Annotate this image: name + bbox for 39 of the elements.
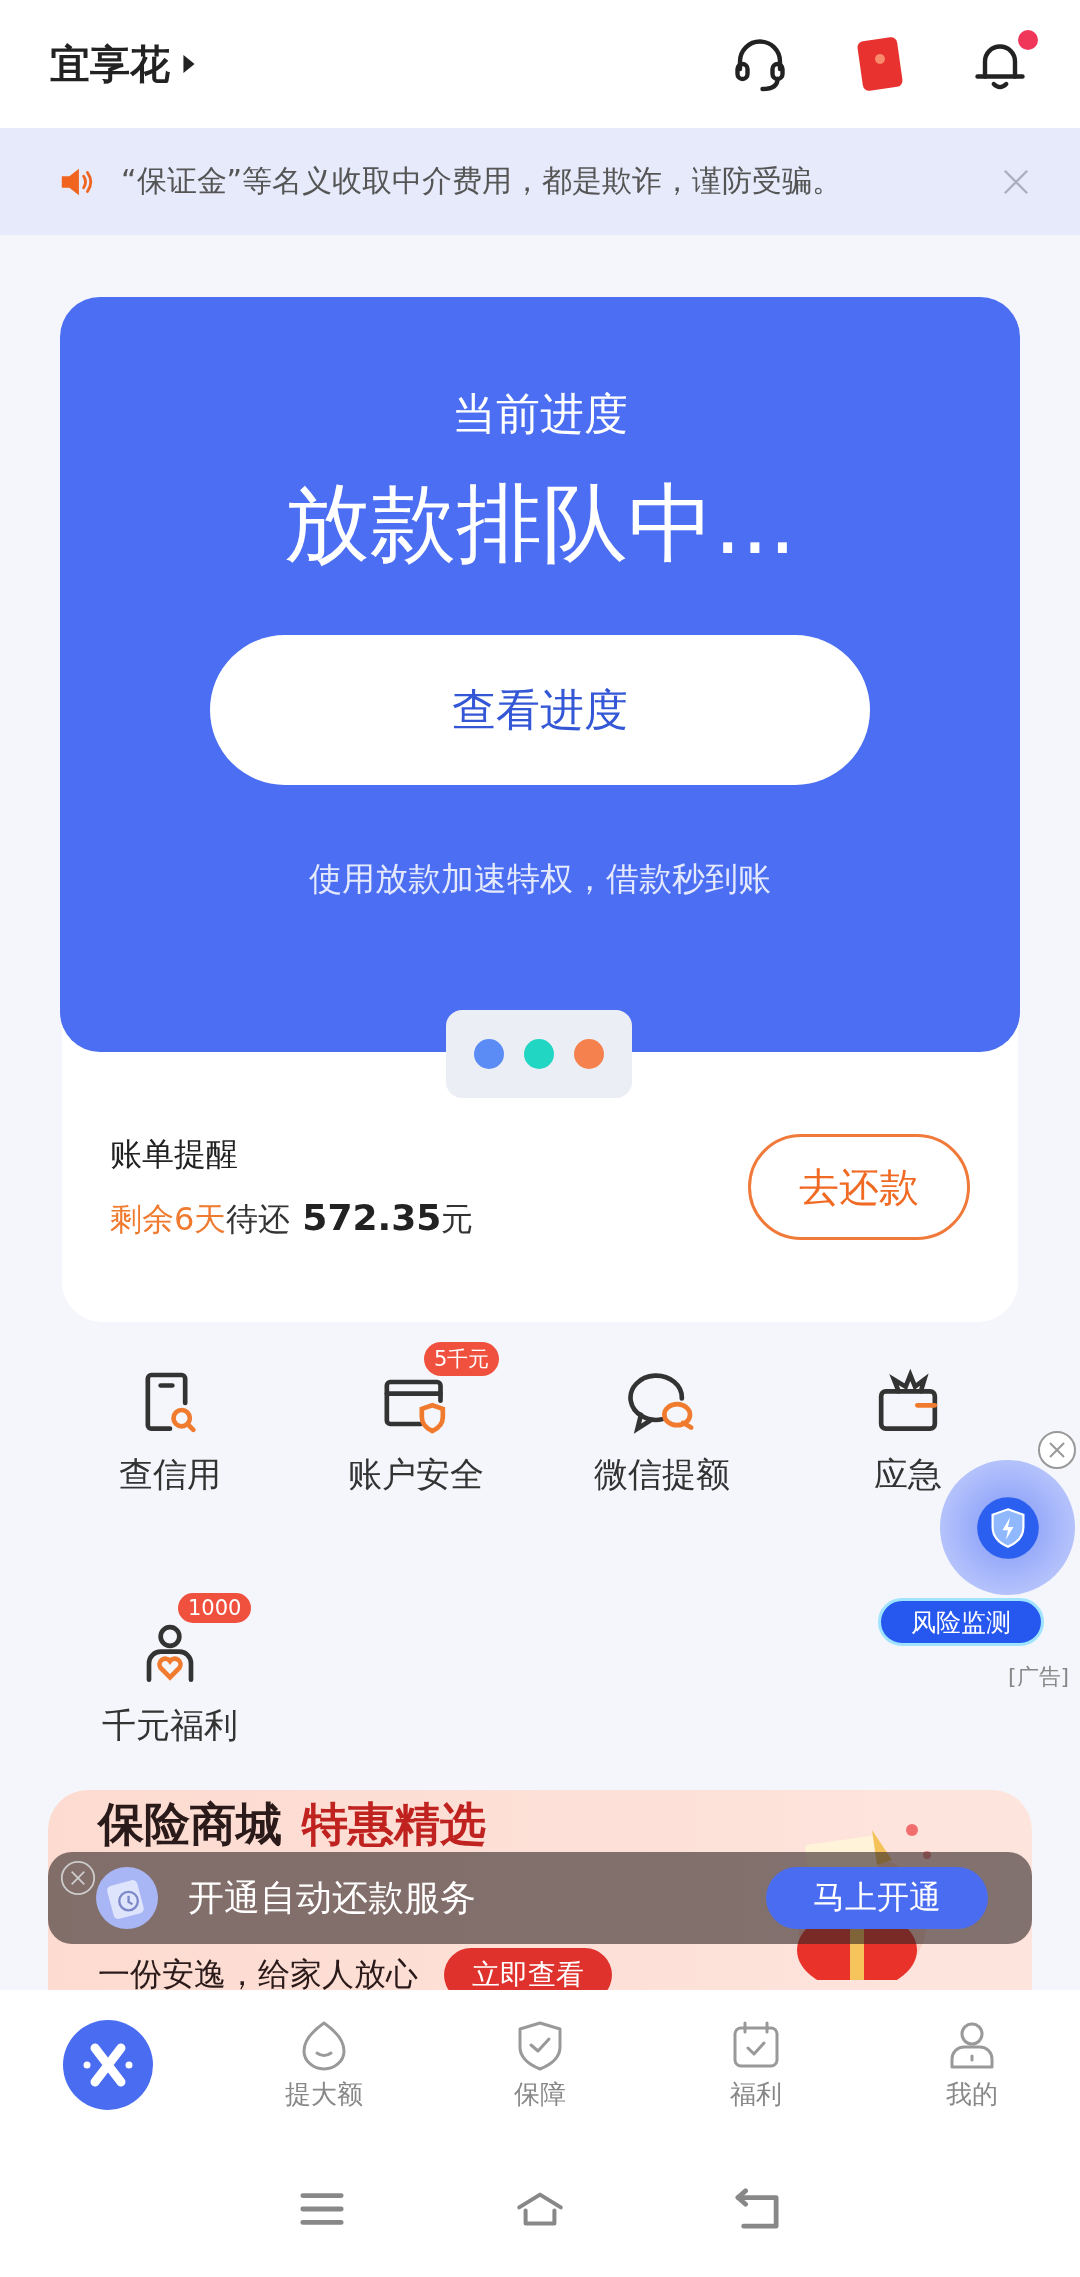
- notice-text: “保证金”等名义收取中介费用，都是欺诈，谨防受骗。: [121, 162, 844, 200]
- view-progress-button[interactable]: 查看进度: [210, 635, 870, 785]
- nav-tab[interactable]: 我的: [946, 2018, 998, 2112]
- nav-tab[interactable]: 保障: [514, 2018, 566, 2112]
- progress-tip: 使用放款加速特权，借款秒到账: [309, 858, 771, 900]
- service-item[interactable]: 微信提额: [594, 1342, 730, 1498]
- badge: 1000: [178, 1593, 252, 1623]
- progress-status: 放款排队中...: [284, 472, 796, 575]
- home-tab[interactable]: [63, 2020, 153, 2110]
- progress-label: 当前进度: [452, 387, 628, 441]
- badge: 5千元: [424, 1342, 500, 1376]
- days-remaining: 剩余6天: [110, 1198, 227, 1240]
- repay-button[interactable]: 去还款: [748, 1134, 970, 1240]
- service-item[interactable]: 1000 千元福利: [52, 1593, 288, 1749]
- nav-tab[interactable]: 福利: [730, 2018, 782, 2112]
- view-now-button[interactable]: 立即查看: [444, 1948, 612, 1990]
- insurance-subtitle: 一份安逸，给家人放心: [98, 1954, 418, 1990]
- close-icon[interactable]: [60, 1860, 96, 1896]
- service-item[interactable]: 应急: [873, 1342, 943, 1498]
- back-icon[interactable]: [734, 2187, 782, 2230]
- shield-icon: [974, 1494, 1041, 1561]
- service-item[interactable]: 5千元 账户安全: [298, 1342, 534, 1498]
- risk-monitor-button[interactable]: 风险监测: [878, 1598, 1044, 1646]
- amount: 572.35: [302, 1196, 442, 1238]
- close-icon[interactable]: [1037, 1430, 1077, 1470]
- bill-title: 账单提醒: [110, 1133, 239, 1175]
- enable-now-button[interactable]: 马上开通: [766, 1867, 988, 1929]
- logo-icon: [63, 2020, 153, 2110]
- autopay-text: 开通自动还款服务: [188, 1875, 476, 1920]
- service-item[interactable]: 查信用: [119, 1342, 221, 1498]
- insurance-highlight: 特惠精选: [302, 1796, 486, 1853]
- nav-tab[interactable]: 提大额: [285, 2018, 363, 2112]
- ad-label: [广告]: [1008, 1663, 1070, 1691]
- due-label: 待还: [226, 1198, 291, 1240]
- insurance-title: 保险商城: [98, 1796, 282, 1853]
- app-title: 宜享花: [50, 39, 170, 89]
- currency-unit: 元: [441, 1198, 474, 1240]
- clock-card-icon: [96, 1867, 158, 1929]
- caret-icon[interactable]: [182, 54, 196, 74]
